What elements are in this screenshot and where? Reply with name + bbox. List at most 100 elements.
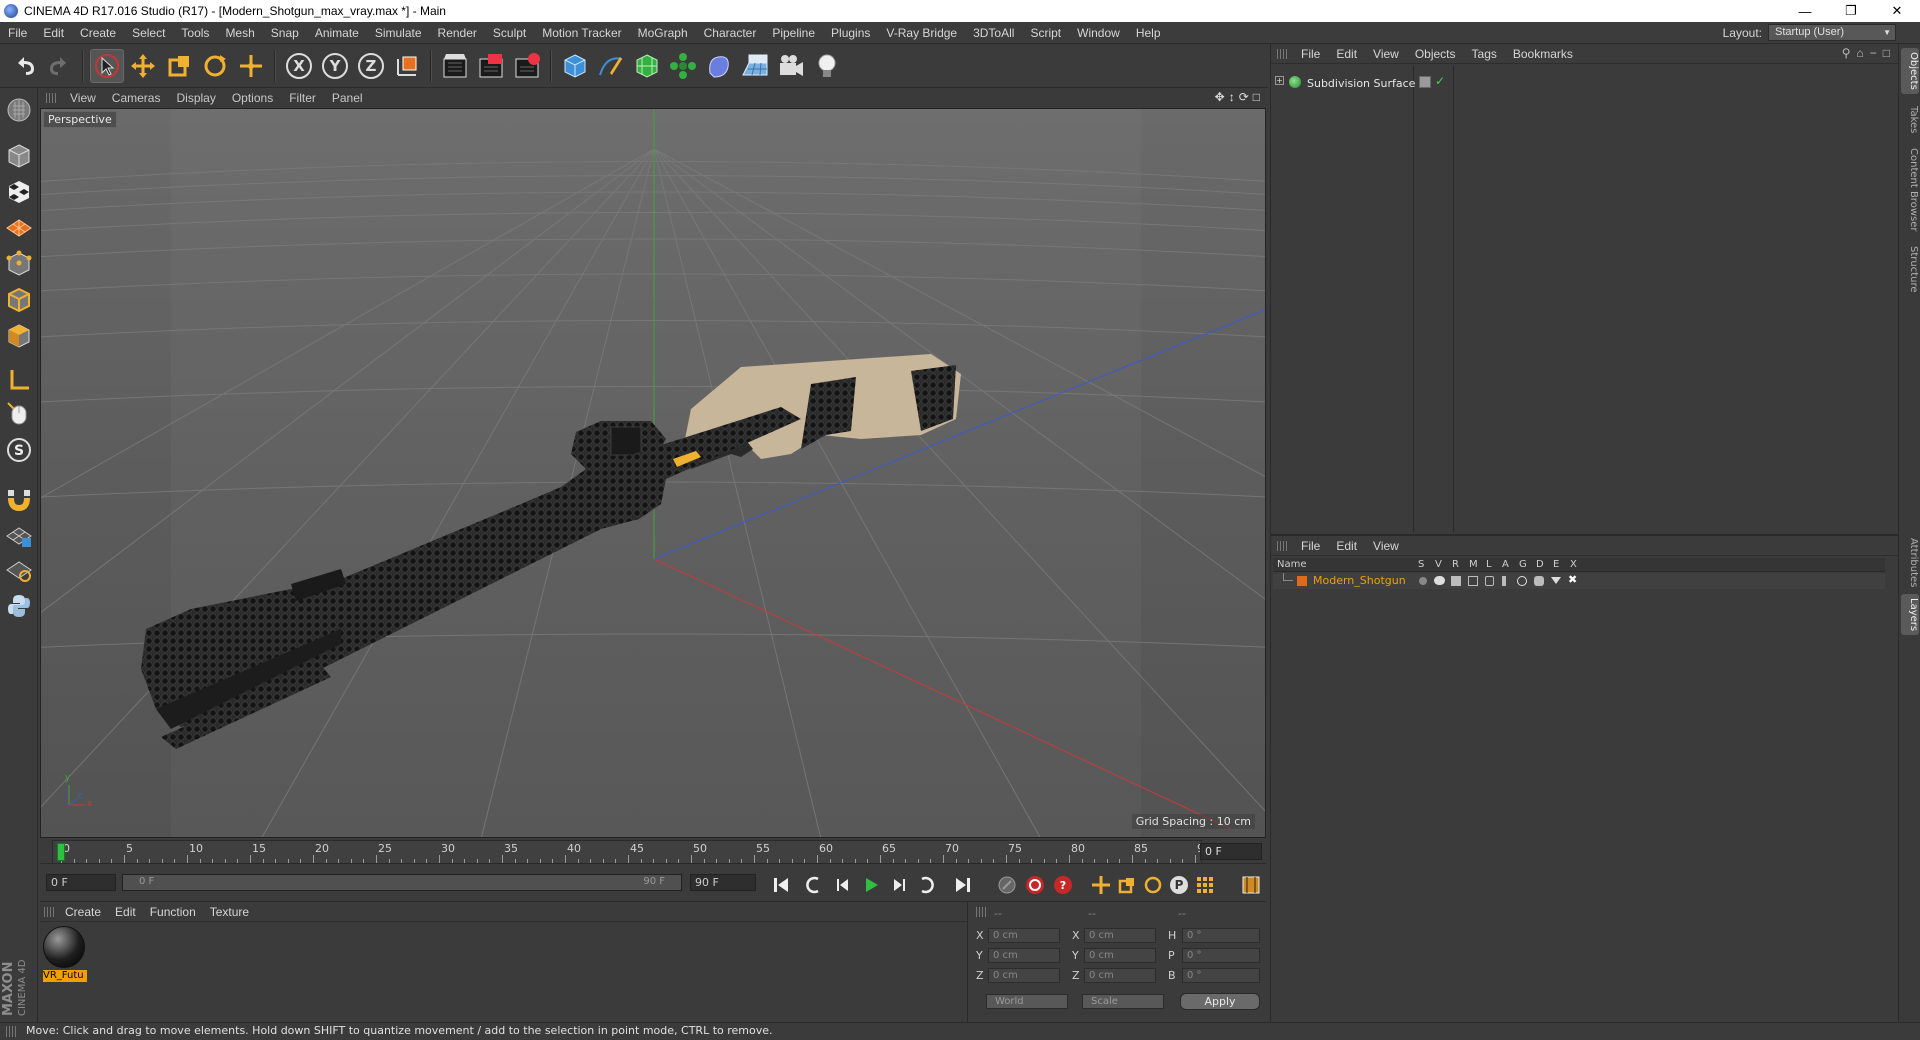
- objects-menu-objects[interactable]: Objects: [1407, 47, 1464, 61]
- layer-name[interactable]: Modern_Shotgun: [1313, 574, 1406, 587]
- pen-spline-icon[interactable]: [594, 49, 628, 83]
- timeline-window-icon[interactable]: [1238, 872, 1264, 898]
- material-menu-texture[interactable]: Texture: [203, 905, 256, 919]
- light-icon[interactable]: [810, 49, 844, 83]
- animation-icon[interactable]: [1502, 576, 1506, 586]
- layout-dropdown[interactable]: Startup (User): [1768, 24, 1896, 41]
- expressions-icon[interactable]: [1551, 577, 1561, 584]
- cube-primitive-icon[interactable]: [558, 49, 592, 83]
- expand-panel-icon[interactable]: □: [1883, 46, 1890, 60]
- render-picture-viewer-icon[interactable]: [474, 49, 508, 83]
- viewport-menu-filter[interactable]: Filter: [281, 91, 324, 105]
- coord-rot-b-field[interactable]: 0 °: [1182, 968, 1260, 983]
- array-icon[interactable]: [666, 49, 700, 83]
- xref-icon[interactable]: ✖: [1568, 573, 1577, 586]
- deformer-icon[interactable]: [702, 49, 736, 83]
- solo-mode-icon[interactable]: S: [3, 434, 35, 466]
- select-arrow-icon[interactable]: [90, 49, 124, 83]
- objects-menu-edit[interactable]: Edit: [1328, 47, 1365, 61]
- apply-button[interactable]: Apply: [1180, 993, 1260, 1010]
- minimize-panel-icon[interactable]: −: [1870, 46, 1877, 60]
- toggle-view-icon[interactable]: □: [1253, 90, 1260, 104]
- end-frame-field[interactable]: 90 F: [690, 874, 756, 891]
- render-settings-icon[interactable]: [510, 49, 544, 83]
- keyframe-selection-icon[interactable]: ?: [1050, 872, 1076, 898]
- menu-motion-tracker[interactable]: Motion Tracker: [534, 26, 629, 40]
- coord-rot-p-field[interactable]: 0 °: [1182, 948, 1260, 963]
- timeline-ruler[interactable]: 051015202530354045505560657075808590: [52, 840, 1211, 864]
- objects-menu-tags[interactable]: Tags: [1464, 47, 1505, 61]
- col-view[interactable]: V: [1435, 559, 1442, 570]
- x-axis-icon[interactable]: X: [282, 49, 316, 83]
- render-view-icon[interactable]: [438, 49, 472, 83]
- edges-mode-icon[interactable]: [3, 284, 35, 316]
- material-swatch[interactable]: VR_Futu: [43, 926, 87, 982]
- layer-row[interactable]: Modern_Shotgun ✖: [1273, 573, 1885, 589]
- coord-pos-y-field[interactable]: 0 cm: [988, 948, 1060, 963]
- close-icon[interactable]: ✕: [1874, 0, 1920, 22]
- previous-frame-icon[interactable]: [830, 872, 856, 898]
- key-pla-icon[interactable]: [1192, 872, 1218, 898]
- layers-menu-edit[interactable]: Edit: [1328, 539, 1365, 553]
- minimize-icon[interactable]: —: [1782, 0, 1828, 22]
- col-solo[interactable]: S: [1418, 559, 1424, 570]
- coord-size-y-field[interactable]: 0 cm: [1084, 948, 1156, 963]
- col-generators[interactable]: G: [1519, 559, 1527, 570]
- coord-size-x-field[interactable]: 0 cm: [1084, 928, 1156, 943]
- panel-grip-icon[interactable]: [46, 93, 56, 103]
- solo-dot-icon[interactable]: [1419, 577, 1427, 585]
- coordinate-space-dropdown[interactable]: World: [986, 994, 1068, 1009]
- menu-help[interactable]: Help: [1128, 26, 1169, 40]
- redo-icon[interactable]: [42, 49, 76, 83]
- start-frame-field[interactable]: 0 F: [46, 874, 116, 891]
- menu-pipeline[interactable]: Pipeline: [764, 26, 823, 40]
- menu-select[interactable]: Select: [124, 26, 173, 40]
- key-rotation-icon[interactable]: [1140, 872, 1166, 898]
- menu-window[interactable]: Window: [1069, 26, 1128, 40]
- object-row[interactable]: + Subdivision Surface ✓: [1271, 74, 1899, 92]
- col-name[interactable]: Name: [1277, 559, 1307, 570]
- menu-edit[interactable]: Edit: [35, 26, 72, 40]
- viewport-menu-display[interactable]: Display: [168, 91, 223, 105]
- col-expressions[interactable]: E: [1553, 559, 1559, 570]
- layer-tag-icon[interactable]: [1419, 76, 1431, 88]
- tab-attributes[interactable]: Attributes: [1901, 534, 1919, 591]
- move-icon[interactable]: [126, 49, 160, 83]
- menu-create[interactable]: Create: [72, 26, 124, 40]
- play-icon[interactable]: [858, 872, 884, 898]
- perspective-viewport[interactable]: Perspective y x z Grid Spacing : 10 cm: [40, 108, 1266, 838]
- tab-objects[interactable]: Objects: [1901, 48, 1919, 94]
- col-manager[interactable]: M: [1469, 559, 1478, 570]
- menu-mesh[interactable]: Mesh: [217, 26, 262, 40]
- menu-sculpt[interactable]: Sculpt: [485, 26, 534, 40]
- key-scale-icon[interactable]: [1114, 872, 1140, 898]
- z-axis-icon[interactable]: Z: [354, 49, 388, 83]
- menu-character[interactable]: Character: [696, 26, 765, 40]
- menu-render[interactable]: Render: [430, 26, 485, 40]
- model-mode-icon[interactable]: [3, 140, 35, 172]
- scale-icon[interactable]: [162, 49, 196, 83]
- panel-grip-icon[interactable]: [44, 906, 54, 917]
- polygons-mode-icon[interactable]: [3, 320, 35, 352]
- key-position-icon[interactable]: [1088, 872, 1114, 898]
- material-menu-function[interactable]: Function: [143, 905, 203, 919]
- make-editable-icon[interactable]: [3, 94, 35, 126]
- restore-icon[interactable]: ❐: [1828, 0, 1874, 22]
- key-parameter-icon[interactable]: P: [1166, 872, 1192, 898]
- lock-icon[interactable]: [1485, 576, 1494, 586]
- manager-icon[interactable]: [1468, 576, 1478, 586]
- menu-script[interactable]: Script: [1022, 26, 1069, 40]
- go-to-end-icon[interactable]: [950, 872, 976, 898]
- coordinate-system-icon[interactable]: [390, 49, 424, 83]
- viewport-menu-view[interactable]: View: [62, 91, 104, 105]
- panel-grip-icon[interactable]: [976, 907, 986, 917]
- next-frame-icon[interactable]: [886, 872, 912, 898]
- col-locked[interactable]: L: [1486, 559, 1492, 570]
- col-animation[interactable]: A: [1502, 559, 1509, 570]
- expand-icon[interactable]: +: [1275, 76, 1284, 85]
- tab-takes[interactable]: Takes: [1901, 102, 1919, 137]
- panel-grip-icon[interactable]: [1277, 541, 1287, 551]
- material-menu-edit[interactable]: Edit: [108, 905, 143, 919]
- viewport-label[interactable]: Perspective: [43, 111, 117, 128]
- tab-layers[interactable]: Layers: [1901, 594, 1919, 636]
